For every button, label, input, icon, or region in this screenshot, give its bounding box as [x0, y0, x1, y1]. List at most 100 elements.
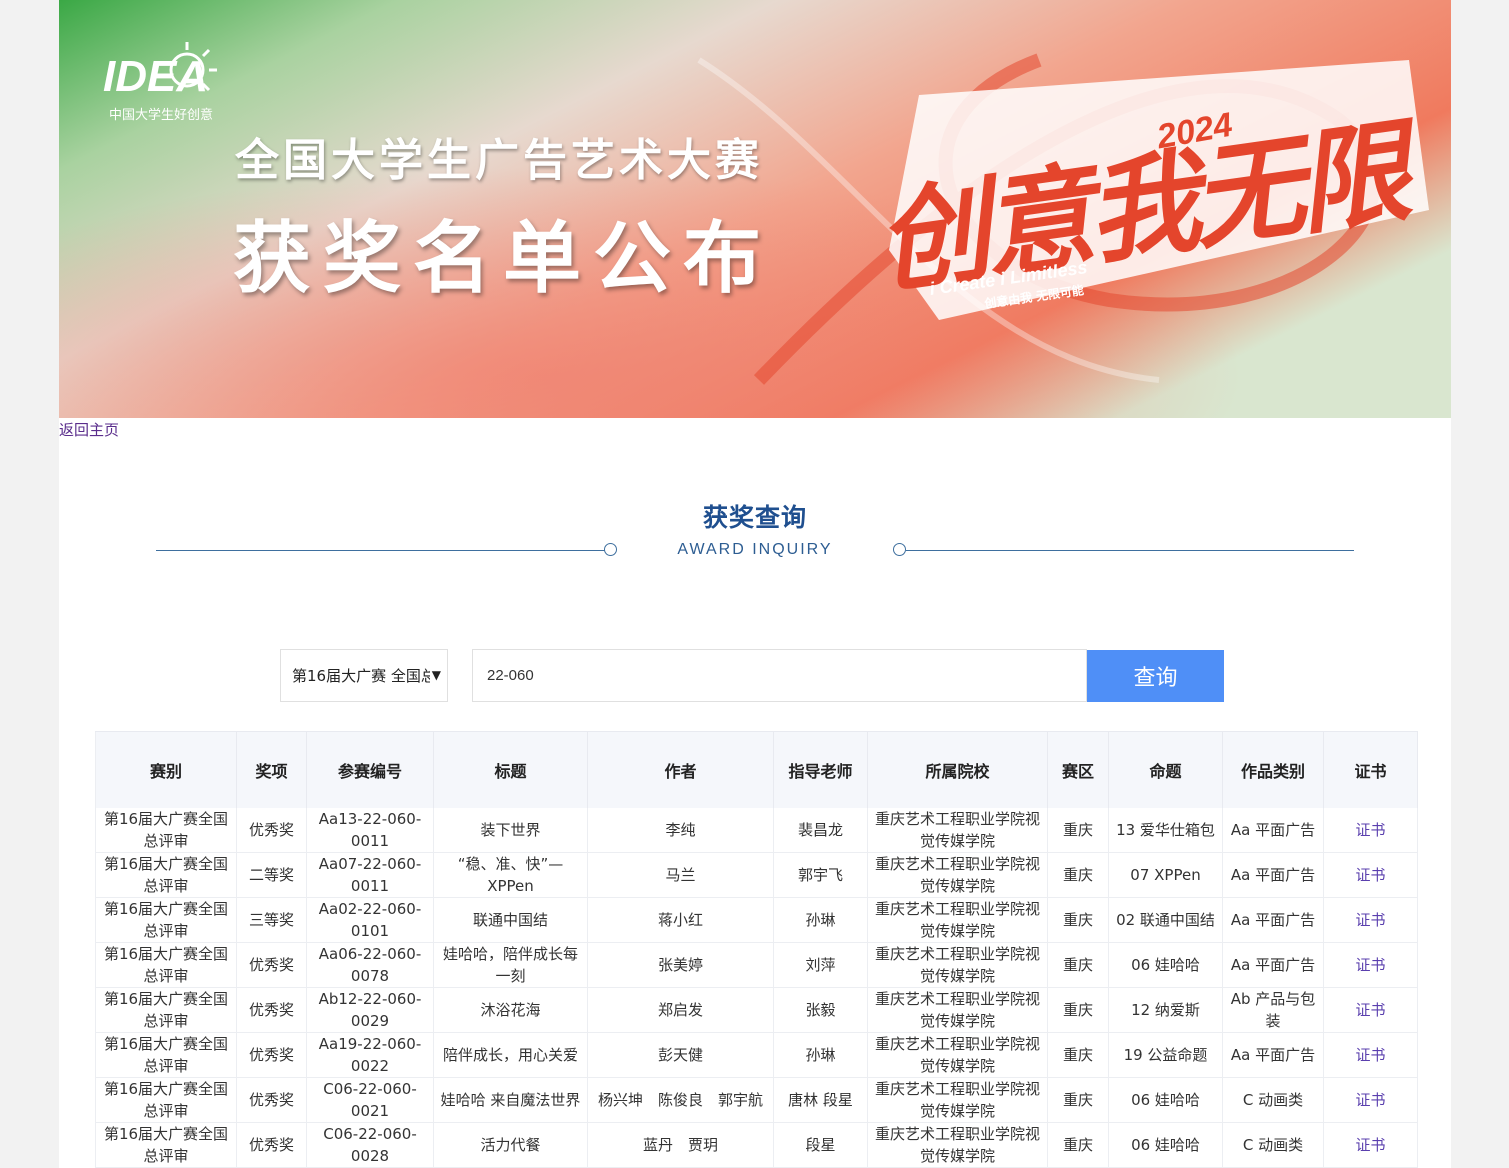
- header-category: 赛别: [95, 731, 237, 808]
- table-row: 第16届大广赛全国总评审 优秀奖 Aa19-22-060-0022 陪伴成长，用…: [95, 1032, 1418, 1078]
- cell-entry-no: Aa07-22-060-0011: [306, 852, 434, 898]
- cell-award: 优秀奖: [236, 808, 307, 853]
- header-region: 赛区: [1047, 731, 1109, 808]
- cell-title: 活力代餐: [433, 1122, 588, 1168]
- title-divider-right: [906, 550, 1354, 551]
- cell-school: 重庆艺术工程职业学院视觉传媒学院: [867, 808, 1048, 853]
- divider-circle-left-icon: [604, 543, 617, 556]
- cell-region: 重庆: [1047, 987, 1109, 1033]
- cell-title: 娃哈哈，陪伴成长每一刻: [433, 942, 588, 988]
- cell-advisor: 唐林 段星: [773, 1077, 868, 1123]
- cell-title: 装下世界: [433, 808, 588, 853]
- cell-award: 优秀奖: [236, 1032, 307, 1078]
- logo-text: IDEA: [103, 52, 209, 101]
- cell-work-type: Aa 平面广告: [1222, 942, 1324, 988]
- table-header-row: 赛别 奖项 参赛编号 标题 作者 指导老师 所属院校 赛区 命题 作品类别 证书: [95, 731, 1418, 808]
- cell-topic: 12 纳爱斯: [1108, 987, 1223, 1033]
- competition-select[interactable]: 第16届大广赛 全国总评审 ▼: [280, 649, 448, 702]
- cell-author: 郑启发: [587, 987, 774, 1033]
- cell-region: 重庆: [1047, 852, 1109, 898]
- table-row: 第16届大广赛全国总评审 优秀奖 C06-22-060-0028 活力代餐 蓝丹…: [95, 1122, 1418, 1168]
- cell-school: 重庆艺术工程职业学院视觉传媒学院: [867, 1077, 1048, 1123]
- cell-entry-no: Aa06-22-060-0078: [306, 942, 434, 988]
- cell-title: 陪伴成长，用心关爱: [433, 1032, 588, 1078]
- certificate-link[interactable]: 证书: [1323, 1032, 1418, 1078]
- cell-topic: 19 公益命题: [1108, 1032, 1223, 1078]
- cell-title: 沐浴花海: [433, 987, 588, 1033]
- certificate-link[interactable]: 证书: [1323, 852, 1418, 898]
- cell-region: 重庆: [1047, 1122, 1109, 1168]
- cell-category: 第16届大广赛全国总评审: [95, 852, 237, 898]
- cell-award: 优秀奖: [236, 1122, 307, 1168]
- header-award: 奖项: [236, 731, 307, 808]
- cell-award: 优秀奖: [236, 942, 307, 988]
- cell-category: 第16届大广赛全国总评审: [95, 987, 237, 1033]
- cell-entry-no: C06-22-060-0028: [306, 1122, 434, 1168]
- banner-line1: 全国大学生广告艺术大赛: [235, 135, 763, 186]
- header-school: 所属院校: [867, 731, 1048, 808]
- cell-author: 蓝丹 贾玥: [587, 1122, 774, 1168]
- section-title: 获奖查询: [59, 498, 1451, 534]
- title-divider-left: [156, 550, 605, 551]
- cell-category: 第16届大广赛全国总评审: [95, 942, 237, 988]
- header-certificate: 证书: [1323, 731, 1418, 808]
- cell-entry-no: Ab12-22-060-0029: [306, 987, 434, 1033]
- cell-work-type: C 动画类: [1222, 1122, 1324, 1168]
- cell-topic: 02 联通中国结: [1108, 897, 1223, 943]
- cell-title: 娃哈哈 来自魔法世界: [433, 1077, 588, 1123]
- certificate-link[interactable]: 证书: [1323, 1077, 1418, 1123]
- cell-title: “稳、准、快”—XPPen: [433, 852, 588, 898]
- cell-advisor: 裴昌龙: [773, 808, 868, 853]
- cell-author: 李纯: [587, 808, 774, 853]
- cell-advisor: 郭宇飞: [773, 852, 868, 898]
- award-table: 赛别 奖项 参赛编号 标题 作者 指导老师 所属院校 赛区 命题 作品类别 证书…: [95, 731, 1418, 1168]
- cell-work-type: C 动画类: [1222, 1077, 1324, 1123]
- certificate-link[interactable]: 证书: [1323, 942, 1418, 988]
- cell-region: 重庆: [1047, 1077, 1109, 1123]
- certificate-link[interactable]: 证书: [1323, 1122, 1418, 1168]
- search-button[interactable]: 查询: [1087, 650, 1224, 702]
- cell-work-type: Aa 平面广告: [1222, 852, 1324, 898]
- chevron-down-icon: ▼: [431, 668, 441, 682]
- cell-school: 重庆艺术工程职业学院视觉传媒学院: [867, 942, 1048, 988]
- cell-author: 马兰: [587, 852, 774, 898]
- cell-advisor: 孙琳: [773, 897, 868, 943]
- cell-advisor: 刘萍: [773, 942, 868, 988]
- cell-school: 重庆艺术工程职业学院视觉传媒学院: [867, 1032, 1048, 1078]
- cell-entry-no: Aa02-22-060-0101: [306, 897, 434, 943]
- cell-school: 重庆艺术工程职业学院视觉传媒学院: [867, 897, 1048, 943]
- certificate-link[interactable]: 证书: [1323, 897, 1418, 943]
- cell-author: 蒋小红: [587, 897, 774, 943]
- header-work-type: 作品类别: [1222, 731, 1324, 808]
- cell-work-type: Aa 平面广告: [1222, 1032, 1324, 1078]
- cell-region: 重庆: [1047, 808, 1109, 853]
- cell-region: 重庆: [1047, 1032, 1109, 1078]
- table-row: 第16届大广赛全国总评审 三等奖 Aa02-22-060-0101 联通中国结 …: [95, 897, 1418, 943]
- cell-entry-no: C06-22-060-0021: [306, 1077, 434, 1123]
- cell-region: 重庆: [1047, 942, 1109, 988]
- cell-title: 联通中国结: [433, 897, 588, 943]
- cell-topic: 06 娃哈哈: [1108, 1122, 1223, 1168]
- certificate-link[interactable]: 证书: [1323, 808, 1418, 853]
- cell-school: 重庆艺术工程职业学院视觉传媒学院: [867, 987, 1048, 1033]
- cell-topic: 06 娃哈哈: [1108, 1077, 1223, 1123]
- table-row: 第16届大广赛全国总评审 二等奖 Aa07-22-060-0011 “稳、准、快…: [95, 852, 1418, 898]
- cell-category: 第16届大广赛全国总评审: [95, 1122, 237, 1168]
- cell-award: 二等奖: [236, 852, 307, 898]
- table-row: 第16届大广赛全国总评审 优秀奖 C06-22-060-0021 娃哈哈 来自魔…: [95, 1077, 1418, 1123]
- page: IDEA 中国大学生好创意 全国大学生广告艺术大赛 获奖名单公布 创意我无限 2…: [59, 0, 1451, 1168]
- certificate-link[interactable]: 证书: [1323, 987, 1418, 1033]
- back-home-link[interactable]: 返回主页: [59, 419, 119, 440]
- cell-school: 重庆艺术工程职业学院视觉传媒学院: [867, 852, 1048, 898]
- cell-entry-no: Aa19-22-060-0022: [306, 1032, 434, 1078]
- banner-line2: 获奖名单公布: [233, 214, 774, 304]
- cell-author: 彭天健: [587, 1032, 774, 1078]
- cell-work-type: Ab 产品与包装: [1222, 987, 1324, 1033]
- cell-award: 优秀奖: [236, 987, 307, 1033]
- search-input[interactable]: [472, 649, 1087, 702]
- section-title-cn: 获奖查询: [702, 503, 807, 532]
- cell-category: 第16届大广赛全国总评审: [95, 808, 237, 853]
- cell-category: 第16届大广赛全国总评审: [95, 897, 237, 943]
- cell-category: 第16届大广赛全国总评审: [95, 1077, 237, 1123]
- cell-award: 优秀奖: [236, 1077, 307, 1123]
